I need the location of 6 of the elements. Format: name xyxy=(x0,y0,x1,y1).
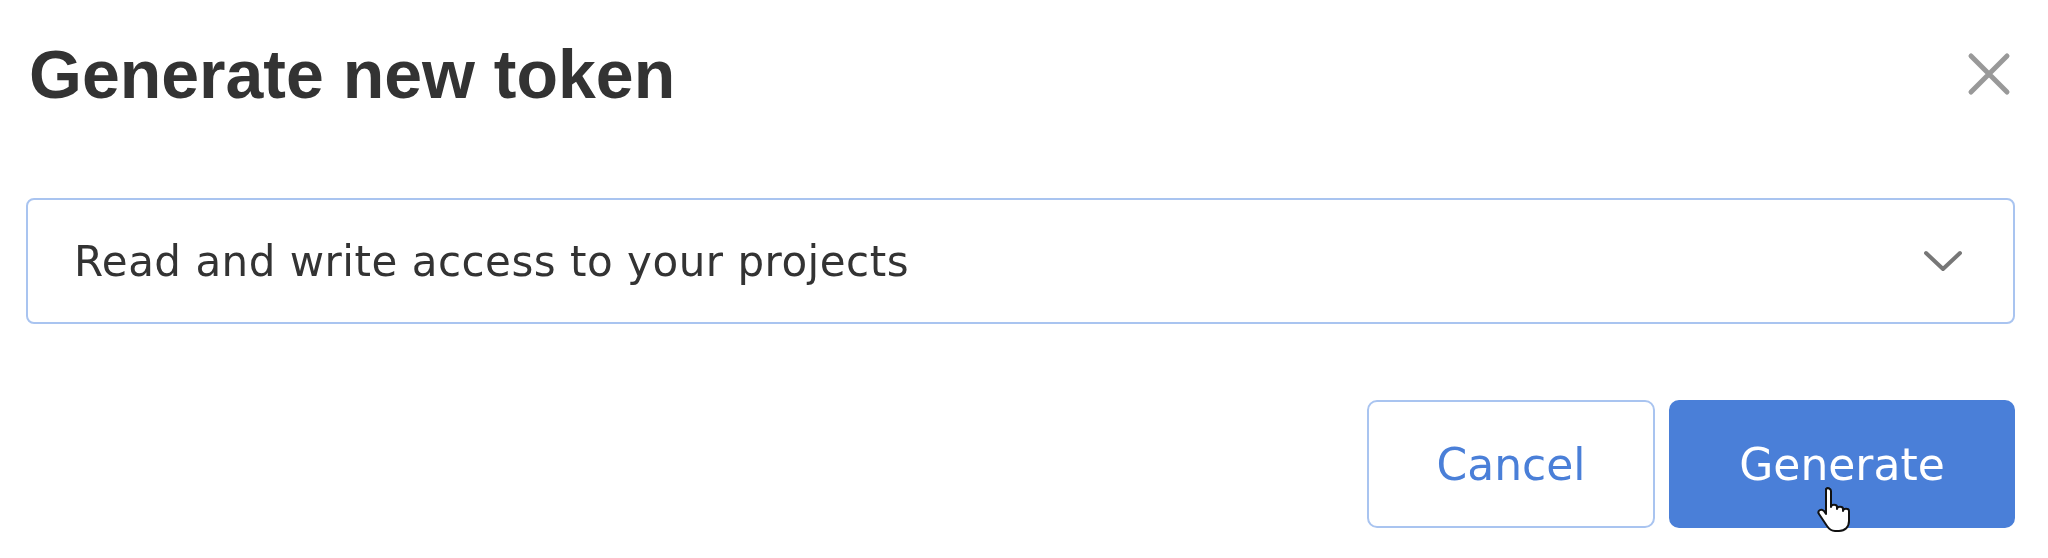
hand-cursor-icon xyxy=(1817,486,1851,534)
cancel-button[interactable]: Cancel xyxy=(1367,400,1655,528)
scope-dropdown[interactable]: Read and write access to your projects xyxy=(26,198,2015,324)
chevron-down-icon xyxy=(1923,249,1963,273)
dialog-title: Generate new token xyxy=(29,35,676,113)
close-icon[interactable] xyxy=(1967,52,2011,96)
